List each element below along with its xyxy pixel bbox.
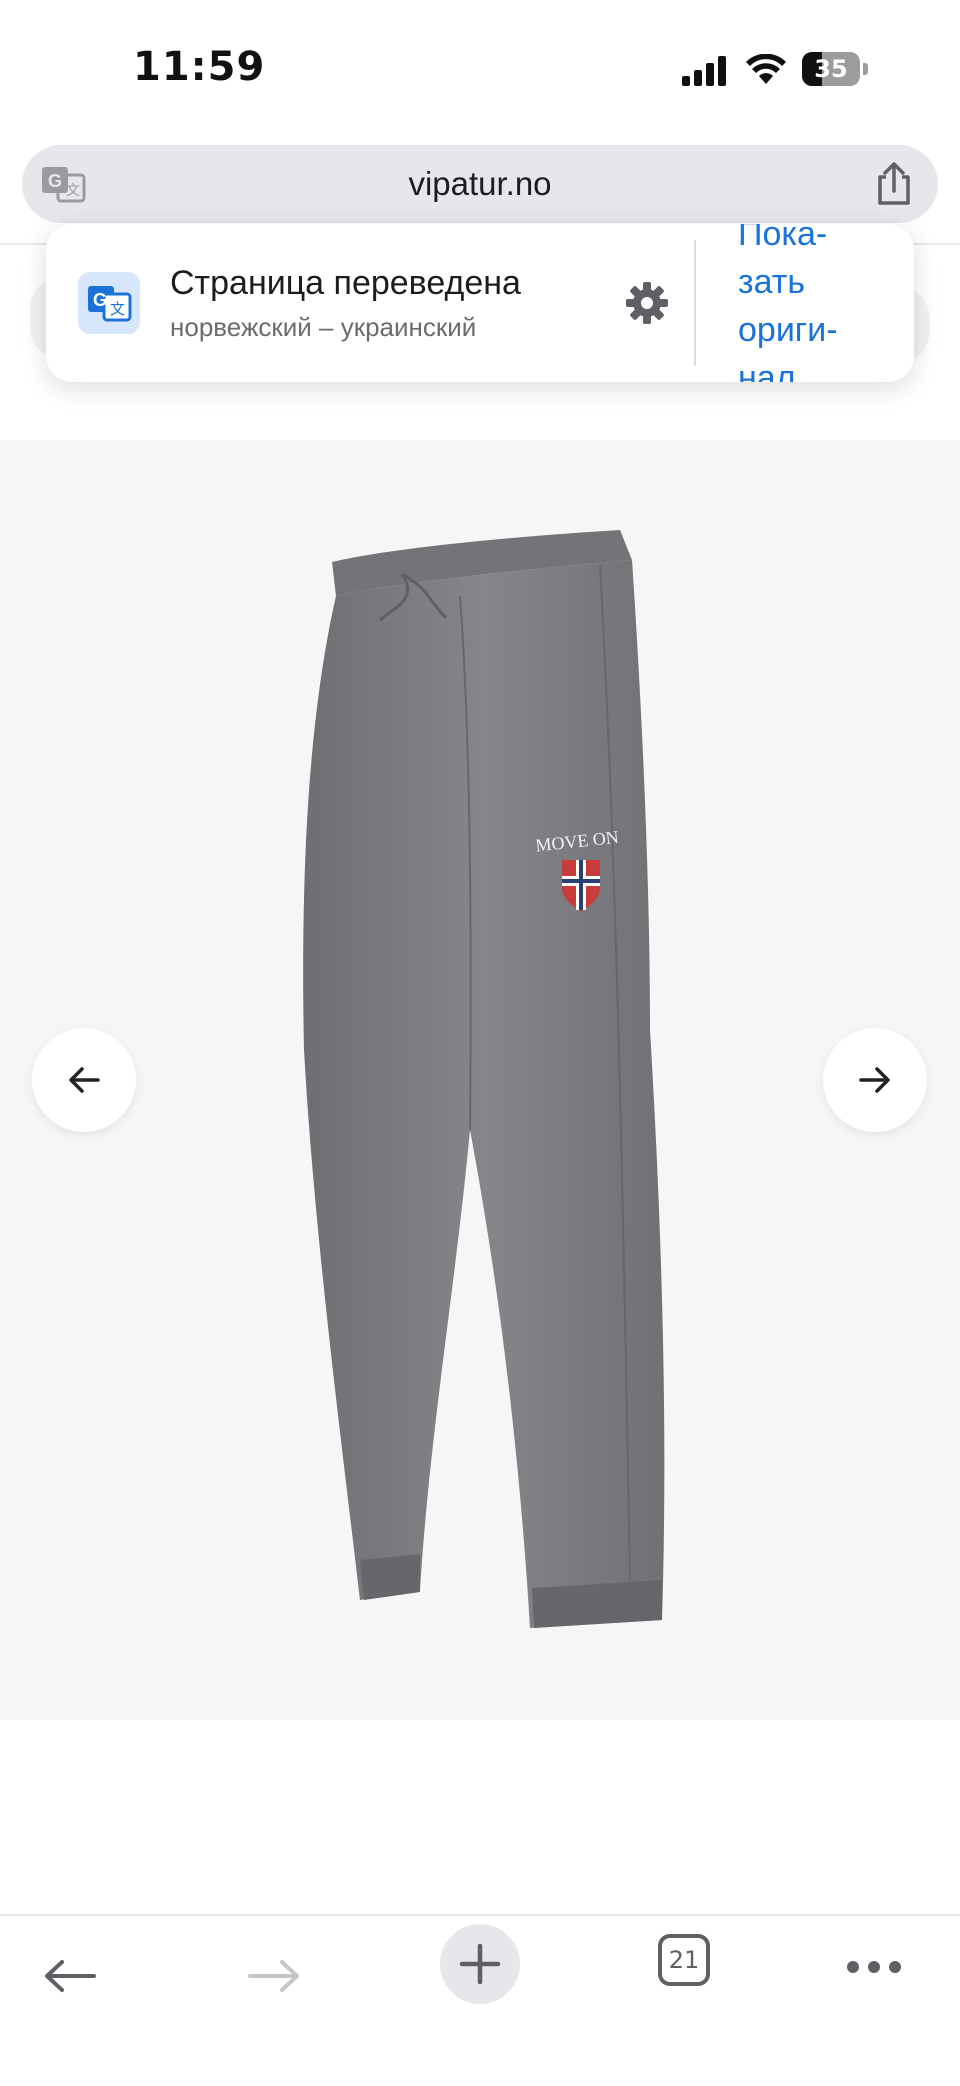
google-translate-icon: G 文 [78, 272, 140, 334]
battery-percentage: 35 [814, 55, 848, 83]
next-image-button[interactable] [823, 1028, 927, 1132]
share-icon[interactable] [872, 161, 916, 207]
battery-tip [863, 63, 868, 75]
wifi-icon [746, 54, 786, 84]
cellular-signal-icon [682, 56, 726, 86]
address-url[interactable]: vipatur.no [22, 145, 938, 223]
gear-icon[interactable] [624, 280, 670, 326]
battery-body: 35 [802, 52, 860, 86]
battery-indicator: 35 [802, 52, 870, 86]
plus-icon [459, 1943, 501, 1985]
tabs-button[interactable]: 21 [658, 1934, 710, 1986]
product-gallery[interactable]: MOVE ON [0, 440, 960, 1720]
svg-text:G: G [93, 290, 107, 310]
forward-arrow-icon[interactable] [244, 1956, 304, 1996]
svg-text:文: 文 [66, 182, 80, 198]
popup-title: Страница переведена [170, 264, 521, 302]
back-arrow-icon[interactable] [40, 1956, 100, 1996]
more-icon[interactable] [846, 1960, 902, 1974]
arrow-right-icon [859, 1067, 890, 1093]
translation-popup: G 文 Страница переведена норвежский – укр… [46, 224, 914, 382]
status-time: 11:59 [133, 44, 266, 90]
show-original-button[interactable]: Пока- зать ориги- нал [738, 224, 908, 382]
svg-text:文: 文 [110, 301, 125, 318]
product-image[interactable]: MOVE ON [270, 530, 690, 1640]
address-bar[interactable]: vipatur.no G 文 [22, 145, 938, 223]
popup-divider [694, 240, 696, 366]
google-translate-icon[interactable]: G 文 [40, 161, 86, 207]
previous-image-button[interactable] [32, 1028, 136, 1132]
popup-language-pair: норвежский – украинский [170, 312, 477, 342]
status-bar: 11:59 35 [0, 0, 960, 130]
bottom-toolbar: 21 [0, 1916, 960, 2086]
new-tab-button[interactable] [440, 1924, 520, 2004]
svg-text:G: G [48, 171, 62, 191]
arrow-left-icon [69, 1067, 100, 1093]
